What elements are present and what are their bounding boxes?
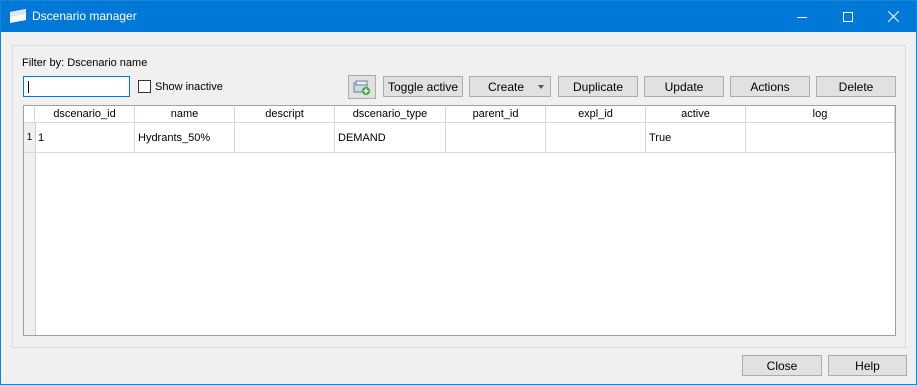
column-header-active[interactable]: active <box>646 106 746 123</box>
show-inactive-checkbox[interactable] <box>138 80 151 93</box>
create-button-label: Create <box>487 79 525 94</box>
dscenario-manager-window: Dscenario manager Filter by: Dscenario n… <box>0 0 917 385</box>
cell-descript[interactable] <box>235 123 335 153</box>
dropdown-arrow-icon <box>538 85 544 89</box>
close-button[interactable]: Close <box>742 355 822 376</box>
table-corner <box>24 106 35 123</box>
maximize-button[interactable] <box>825 1 871 32</box>
window-title: Dscenario manager <box>32 9 137 23</box>
column-header-descript[interactable]: descript <box>235 106 335 123</box>
column-header-name[interactable]: name <box>135 106 235 123</box>
column-header-parent-id[interactable]: parent_id <box>446 106 546 123</box>
maximize-icon <box>843 11 853 22</box>
update-button[interactable]: Update <box>644 76 724 97</box>
show-inactive-label[interactable]: Show inactive <box>155 81 223 93</box>
title-bar[interactable]: Dscenario manager <box>1 1 916 32</box>
duplicate-button[interactable]: Duplicate <box>558 76 638 97</box>
actions-button[interactable]: Actions <box>730 76 810 97</box>
toggle-active-button[interactable]: Toggle active <box>383 76 463 97</box>
help-button[interactable]: Help <box>828 355 907 376</box>
cell-parent-id[interactable] <box>446 123 546 153</box>
cell-dscenario-id[interactable]: 1 <box>35 123 135 153</box>
qgis-window-icon <box>10 9 26 23</box>
add-layer-icon <box>353 80 370 95</box>
dscenario-table[interactable]: dscenario_id name descript dscenario_typ… <box>23 105 896 336</box>
column-header-dscenario-id[interactable]: dscenario_id <box>35 106 135 123</box>
delete-button[interactable]: Delete <box>816 76 896 97</box>
cell-name[interactable]: Hydrants_50% <box>135 123 235 153</box>
cell-dscenario-type[interactable]: DEMAND <box>335 123 446 153</box>
dscenario-name-filter-input[interactable] <box>23 76 130 97</box>
close-icon <box>887 11 899 22</box>
cell-expl-id[interactable] <box>546 123 646 153</box>
minimize-button[interactable] <box>779 1 825 32</box>
close-window-button[interactable] <box>870 1 916 32</box>
create-dropdown-button[interactable]: Create <box>469 76 551 97</box>
cell-log[interactable] <box>746 123 895 153</box>
cell-active[interactable]: True <box>646 123 746 153</box>
row-header-column <box>24 123 36 335</box>
text-caret <box>28 81 29 93</box>
filter-label: Filter by: Dscenario name <box>22 57 148 69</box>
column-header-log[interactable]: log <box>746 106 895 123</box>
add-to-map-button[interactable] <box>348 75 376 99</box>
row-number[interactable]: 1 <box>24 123 35 153</box>
minimize-icon <box>797 16 807 18</box>
column-header-expl-id[interactable]: expl_id <box>546 106 646 123</box>
column-header-dscenario-type[interactable]: dscenario_type <box>335 106 446 123</box>
